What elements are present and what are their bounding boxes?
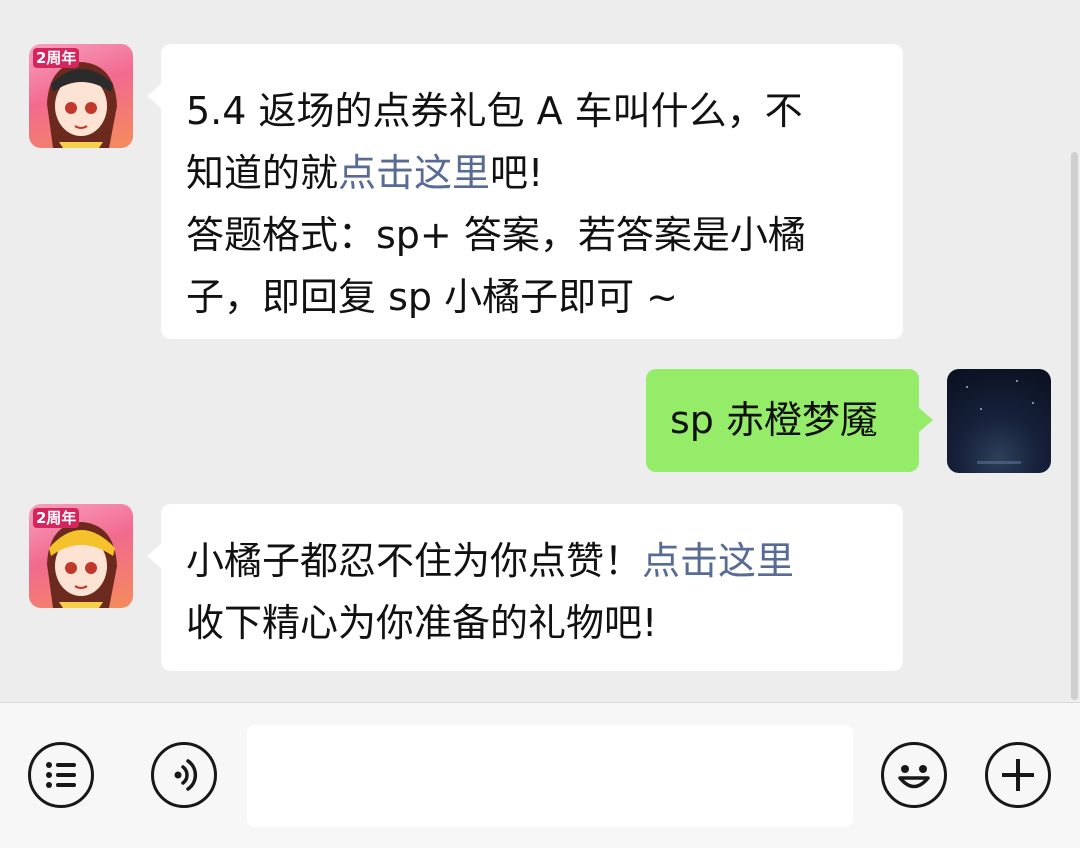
menu-button[interactable] — [28, 742, 94, 808]
message-line: 答题格式：sp+ 答案，若答案是小橘 — [186, 213, 806, 257]
message-line: 收下精心为你准备的礼物吧! — [186, 601, 658, 645]
chat-area[interactable]: 2周年 5.4 返场的点券礼包 A 车叫什么，不 知道的就点击这里吧! 答题格式… — [0, 0, 1080, 702]
message-text: sp 赤橙梦魇 — [670, 398, 878, 442]
message-line: 子，即回复 sp 小橘子即可 ~ — [186, 275, 678, 319]
bubble-tail — [147, 544, 161, 568]
emoji-button[interactable] — [881, 742, 947, 808]
click-here-link[interactable]: 点击这里 — [642, 539, 794, 583]
moon-icon — [966, 380, 1034, 464]
message-line: 知道的就点击这里吧! — [186, 151, 544, 195]
anniversary-badge: 2周年 — [33, 508, 80, 528]
anniversary-badge: 2周年 — [33, 48, 80, 68]
message-bubble-sent[interactable]: sp 赤橙梦魇 — [646, 369, 919, 472]
voice-icon — [174, 759, 198, 791]
click-here-link[interactable]: 点击这里 — [338, 151, 490, 195]
more-button[interactable] — [985, 742, 1051, 808]
bubble-tail — [147, 84, 161, 108]
bubble-tail — [919, 408, 933, 432]
smile-icon — [898, 765, 930, 789]
scrollbar[interactable] — [1071, 152, 1078, 700]
game-avatar[interactable]: 2周年 — [29, 44, 133, 148]
message-line: 小橘子都忍不住为你点赞！点击这里 — [186, 539, 795, 583]
message-input[interactable] — [247, 725, 853, 827]
message-line: 5.4 返场的点券礼包 A 车叫什么，不 — [186, 89, 803, 133]
message-bubble-received[interactable]: 小橘子都忍不住为你点赞！点击这里 收下精心为你准备的礼物吧! — [161, 504, 903, 671]
list-icon — [46, 762, 76, 788]
user-avatar[interactable] — [947, 369, 1051, 473]
game-avatar[interactable]: 2周年 — [29, 504, 133, 608]
voice-button[interactable] — [151, 742, 217, 808]
message-bubble-received[interactable]: 5.4 返场的点券礼包 A 车叫什么，不 知道的就点击这里吧! 答题格式：sp+… — [161, 44, 903, 339]
plus-icon — [1002, 759, 1034, 791]
input-toolbar — [0, 702, 1080, 848]
